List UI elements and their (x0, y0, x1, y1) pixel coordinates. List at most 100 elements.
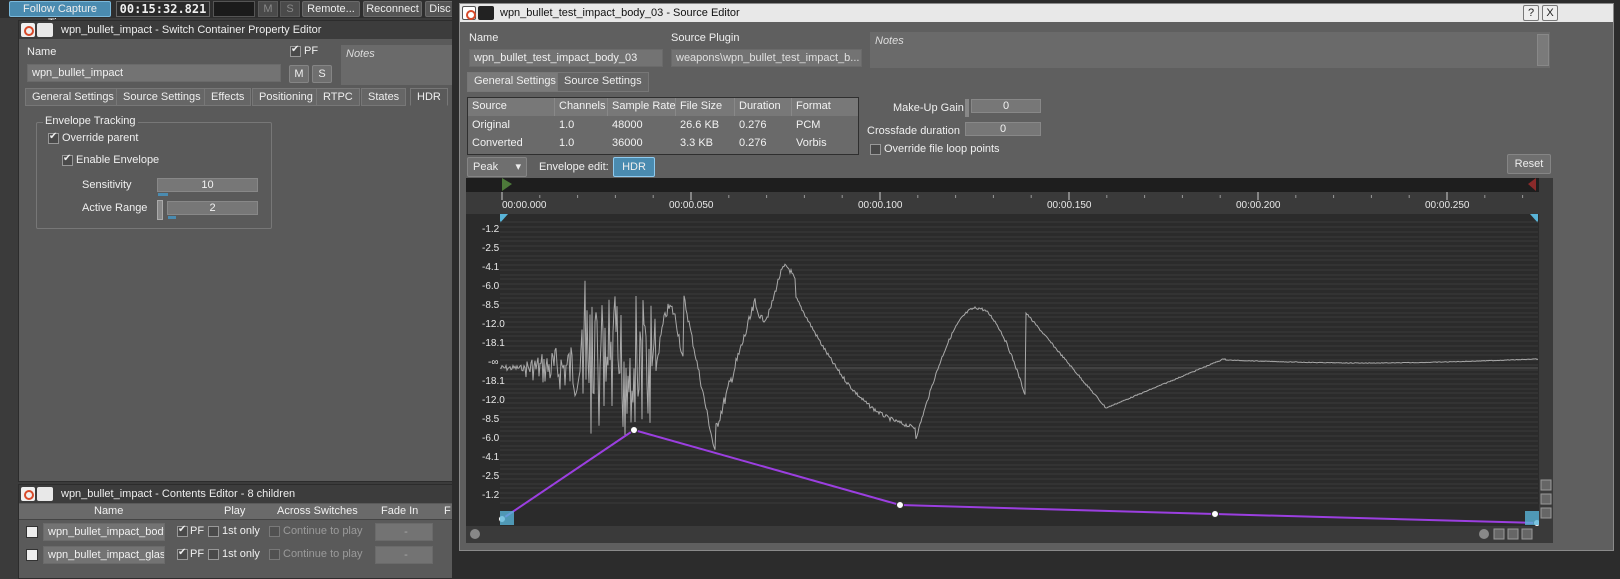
child-pf-checkbox[interactable] (177, 547, 188, 560)
table-row[interactable]: wpn_bullet_impact_body PF 1st only Conti… (19, 523, 457, 541)
tab-effects[interactable]: Effects (204, 88, 252, 106)
override-parent-checkbox[interactable] (48, 131, 59, 144)
sensitivity-label: Sensitivity (82, 179, 132, 191)
waveform-svg[interactable]: 00:00.000 00:00.050 00:00.100 00:00.150 00:0… (466, 178, 1553, 543)
zoom-in-horizontal-icon[interactable] (1493, 528, 1505, 540)
active-range-slider[interactable]: 2 (167, 201, 258, 219)
makeup-gain-handle[interactable] (965, 99, 969, 117)
table-row[interactable]: Original 1.0 48000 26.6 KB 0.276 PCM (468, 117, 858, 135)
col-fade-out-header[interactable]: F (444, 505, 451, 517)
property-editor-title: wpn_bullet_impact - Switch Container Pro… (61, 24, 322, 36)
tab-source-source-settings[interactable]: Source Settings (557, 72, 649, 92)
mute-button[interactable]: M (289, 65, 309, 83)
table-row[interactable]: Converted 1.0 36000 3.3 KB 0.276 Vorbis (468, 135, 858, 153)
hdr-envelope-button[interactable]: HDR (613, 157, 655, 177)
solo-toggle[interactable]: S (280, 1, 300, 17)
makeup-gain-slider[interactable]: 0 (971, 99, 1041, 113)
col-name-header[interactable]: Name (94, 505, 123, 517)
close-button[interactable]: X (1542, 5, 1558, 21)
active-range-lock-handle[interactable] (157, 200, 163, 220)
scroll-left-icon[interactable] (470, 529, 480, 539)
db-scale-label: -12.0 (482, 319, 505, 330)
source-name-field[interactable]: wpn_bullet_test_impact_body_03 (469, 49, 663, 67)
horizontal-scrollbar[interactable] (466, 526, 1553, 543)
envelope-line[interactable] (501, 428, 1538, 524)
crossfade-duration-value: 0 (999, 123, 1007, 135)
source-plugin-field[interactable]: weapons\wpn_bullet_test_impact_b... (671, 49, 862, 67)
solo-button[interactable]: S (312, 65, 332, 83)
fade-in-field[interactable]: - (375, 523, 433, 541)
zoom-in-vertical-icon[interactable] (1540, 479, 1552, 491)
vertical-scrollbar[interactable] (1539, 178, 1553, 526)
wwise-logo-icon (21, 23, 35, 37)
loop-region-bar[interactable] (466, 178, 1553, 192)
db-scale-label: -4.1 (482, 262, 500, 273)
col-file-size-header[interactable]: File Size (676, 98, 722, 116)
envelope-point[interactable] (896, 501, 904, 509)
trim-start-handle-bottom[interactable] (500, 511, 514, 525)
sensitivity-slider[interactable]: 10 (157, 178, 258, 196)
sensitivity-slider-fill (158, 193, 168, 196)
tab-source-general-settings[interactable]: General Settings (467, 72, 563, 92)
col-across-switches-header[interactable]: Across Switches (277, 505, 358, 517)
remote-button[interactable]: Remote... (302, 1, 360, 17)
reconnect-button[interactable]: Reconnect (363, 1, 422, 17)
disconnect-button[interactable]: Disc (425, 1, 455, 17)
waveform-editor[interactable]: 00:00.000 00:00.050 00:00.100 00:00.150 00:0… (466, 178, 1553, 543)
continue-to-play-checkbox[interactable] (269, 549, 280, 560)
table-row[interactable]: wpn_bullet_impact_glass PF 1st only Cont… (19, 546, 457, 564)
crossfade-duration-slider[interactable]: 0 (965, 122, 1041, 136)
source-table-header: Source Channels Sample Rate File Size Du… (468, 98, 858, 116)
notes-field[interactable]: Notes (341, 45, 453, 85)
db-scale-label: -4.1 (482, 452, 500, 463)
tab-states[interactable]: States (361, 88, 407, 106)
tab-rtpc[interactable]: RTPC (316, 88, 360, 106)
contents-editor-title-bar: wpn_bullet_impact - Contents Editor - 8 … (19, 485, 457, 503)
col-source-header[interactable]: Source (468, 98, 507, 116)
scroll-right-icon[interactable] (1479, 529, 1489, 539)
peak-dropdown[interactable]: Peak ▾ (467, 157, 527, 177)
trim-end-handle-bottom[interactable] (1525, 511, 1539, 525)
cell-source: Converted (472, 137, 523, 149)
help-button[interactable]: ? (1523, 5, 1539, 21)
col-play-header[interactable]: Play (224, 505, 245, 517)
timeline-tick-label: 00:00.050 (669, 200, 714, 211)
continue-to-play-checkbox[interactable] (269, 526, 280, 537)
first-only-checkbox[interactable] (208, 526, 219, 537)
zoom-out-horizontal-icon[interactable] (1521, 528, 1533, 540)
col-channels-header[interactable]: Channels (555, 98, 605, 116)
zoom-out-vertical-icon[interactable] (1540, 507, 1552, 519)
col-sample-rate-header[interactable]: Sample Rate (608, 98, 676, 116)
tab-source-settings[interactable]: Source Settings (116, 88, 208, 106)
db-scale-label: -18.1 (482, 338, 505, 349)
zoom-fit-horizontal-icon[interactable] (1507, 528, 1519, 540)
notes-scrollbar[interactable] (1537, 34, 1549, 66)
first-only-checkbox[interactable] (208, 549, 219, 560)
col-fade-in-header[interactable]: Fade In (381, 505, 418, 517)
envelope-point[interactable] (630, 426, 638, 434)
tab-general-settings[interactable]: General Settings (25, 88, 121, 106)
envelope-point[interactable] (1211, 510, 1219, 518)
tab-hdr[interactable]: HDR (410, 88, 448, 106)
active-range-label: Active Range (82, 202, 148, 214)
follow-capture-time-button[interactable]: Follow Capture Time (9, 1, 111, 29)
pf-checkbox[interactable] (290, 44, 301, 57)
col-duration-header[interactable]: Duration (735, 98, 781, 116)
col-format-header[interactable]: Format (792, 98, 831, 116)
child-name-field[interactable]: wpn_bullet_impact_glass (43, 546, 165, 564)
child-pf-checkbox[interactable] (177, 524, 188, 537)
override-parent-label: Override parent (62, 132, 139, 144)
fade-in-field[interactable]: - (375, 546, 433, 564)
override-loop-points-checkbox[interactable] (870, 144, 881, 155)
child-name-field[interactable]: wpn_bullet_impact_body (43, 523, 165, 541)
db-scale-label: -∞ (488, 357, 498, 368)
db-scale-label: -6.0 (482, 433, 500, 444)
reset-button[interactable]: Reset (1507, 154, 1551, 174)
tab-positioning[interactable]: Positioning (252, 88, 320, 106)
container-name-field[interactable]: wpn_bullet_impact (27, 64, 281, 82)
enable-envelope-checkbox[interactable] (62, 153, 73, 166)
mute-toggle[interactable]: M (258, 1, 278, 17)
cell-sample-rate: 48000 (612, 119, 643, 131)
zoom-fit-vertical-icon[interactable] (1540, 493, 1552, 505)
source-notes-field[interactable]: Notes (870, 32, 1550, 68)
